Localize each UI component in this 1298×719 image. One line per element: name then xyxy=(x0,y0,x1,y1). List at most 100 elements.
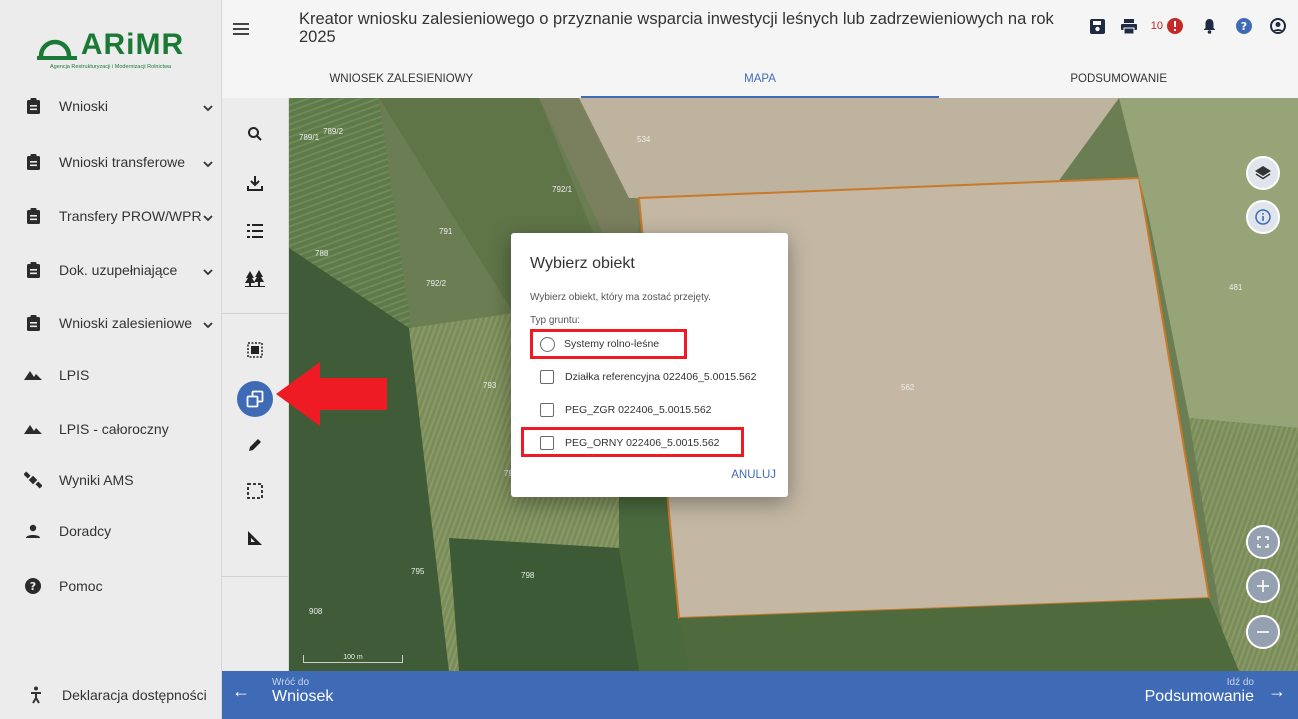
tab-wniosek[interactable]: WNIOSEK ZALESIENIOWY xyxy=(222,62,581,98)
help-circle-icon: ? xyxy=(1236,18,1252,34)
error-count: 10 xyxy=(1150,20,1163,32)
fullscreen-button[interactable] xyxy=(1246,525,1280,559)
select-object-tool[interactable] xyxy=(235,330,275,370)
sidebar-item-doradcy[interactable]: Doradcy xyxy=(0,511,221,551)
satellite-icon xyxy=(24,471,42,489)
zoom-out-button[interactable] xyxy=(1246,615,1280,649)
bell-icon xyxy=(1203,19,1216,34)
sidebar-item-label: Dok. uzupełniające xyxy=(59,262,178,278)
measure-icon xyxy=(248,531,262,545)
arrow-right-icon: → xyxy=(1268,681,1286,701)
option-reference-parcel[interactable]: Działka referencyjna 022406_5.0015.562 xyxy=(540,368,756,386)
accessibility-link[interactable]: Deklaracja dostępności xyxy=(0,671,221,719)
sidebar-item-label: Doradcy xyxy=(59,523,112,539)
checkbox[interactable] xyxy=(540,436,554,450)
save-icon xyxy=(1089,18,1105,34)
dialog-title: Wybierz obiekt xyxy=(530,255,635,272)
list-tool[interactable] xyxy=(235,211,275,251)
copy-object-tool[interactable] xyxy=(237,381,273,417)
svg-text:793: 793 xyxy=(483,381,497,390)
svg-text:792/1: 792/1 xyxy=(552,185,573,194)
next-button[interactable]: Idź do Podsumowanie → xyxy=(1145,677,1286,706)
svg-text:?: ? xyxy=(30,580,36,593)
svg-text:792/2: 792/2 xyxy=(426,279,447,288)
option-label: Działka referencyjna 022406_5.0015.562 xyxy=(565,371,757,383)
sidebar-item-transfery-prow-wpr[interactable]: Transfery PROW/WPR xyxy=(0,196,221,236)
svg-text:908: 908 xyxy=(309,607,323,616)
sidebar-item-lpis[interactable]: LPIS xyxy=(0,355,221,395)
option-peg-zgr[interactable]: PEG_ZGR 022406_5.0015.562 xyxy=(540,401,712,419)
chevron-down-icon xyxy=(203,263,213,281)
save-button[interactable] xyxy=(1089,14,1105,38)
measure-tool[interactable] xyxy=(235,518,275,558)
sidebar-item-label: Transfery PROW/WPR xyxy=(59,208,202,224)
cancel-button[interactable]: ANULUJ xyxy=(731,469,776,481)
svg-text:798: 798 xyxy=(521,571,535,580)
option-peg-orny[interactable]: PEG_ORNY 022406_5.0015.562 xyxy=(540,434,720,452)
print-icon xyxy=(1120,18,1137,34)
svg-text:562: 562 xyxy=(901,383,915,392)
logo[interactable]: ARiMR Agencja Restrukturyzacji i Moderni… xyxy=(0,0,221,98)
logo-arc-icon xyxy=(36,39,77,60)
chevron-down-icon xyxy=(203,209,213,227)
error-icon xyxy=(1167,18,1183,34)
sidebar-item-pomoc[interactable]: ? Pomoc xyxy=(0,566,221,606)
terrain-icon xyxy=(24,420,42,438)
sidebar-item-wnioski[interactable]: Wnioski xyxy=(0,86,221,126)
accessibility-icon xyxy=(27,686,45,704)
info-icon xyxy=(1255,209,1271,225)
rectangle-select-tool[interactable] xyxy=(235,471,275,511)
sidebar-item-wyniki-ams[interactable]: Wyniki AMS xyxy=(0,460,221,500)
search-tool[interactable] xyxy=(235,114,275,154)
sidebar-item-label: Wyniki AMS xyxy=(59,472,134,488)
help-button[interactable]: ? xyxy=(1236,14,1252,38)
accessibility-label: Deklaracja dostępności xyxy=(62,687,207,703)
sidebar-item-lpis-całoroczny[interactable]: LPIS - całoroczny xyxy=(0,409,221,449)
checkbox[interactable] xyxy=(540,403,554,417)
menu-button[interactable] xyxy=(226,14,256,44)
sidebar-item-label: LPIS xyxy=(59,367,90,383)
info-button[interactable] xyxy=(1246,200,1280,234)
dialog-description: Wybierz obiekt, który ma zostać przejęty… xyxy=(530,292,711,303)
tab-label: MAPA xyxy=(744,73,776,85)
svg-text:791: 791 xyxy=(439,227,453,236)
download-tool[interactable] xyxy=(235,163,275,203)
zoom-in-button[interactable] xyxy=(1246,569,1280,603)
sidebar-item-dok-uzupełniające[interactable]: Dok. uzupełniające xyxy=(0,250,221,290)
logo-mark: ARiMR xyxy=(36,28,184,62)
sidebar-item-wnioski-zalesieniowe[interactable]: Wnioski zalesieniowe xyxy=(0,303,221,343)
arrow-left-icon: ← xyxy=(232,681,250,701)
person-icon xyxy=(24,522,42,540)
toolbar-divider xyxy=(222,313,289,314)
svg-text:789/2: 789/2 xyxy=(323,127,344,136)
layers-button[interactable] xyxy=(1246,156,1280,190)
sidebar-item-wnioski-transferowe[interactable]: Wnioski transferowe xyxy=(0,142,221,182)
radio-button[interactable] xyxy=(540,336,555,352)
back-target: Wniosek xyxy=(272,688,334,705)
select-object-dialog: Wybierz obiekt Wybierz obiekt, który ma … xyxy=(511,233,788,497)
sidebar-item-label: Pomoc xyxy=(59,578,103,594)
aerial-map: 789/1789/2 534792/1 791788 792/2793 7947… xyxy=(289,98,1298,671)
ground-type-label: Typ gruntu: xyxy=(530,315,581,326)
sidebar-item-label: Wnioski transferowe xyxy=(59,154,186,170)
back-button[interactable]: ← Wróć do Wniosek xyxy=(232,677,333,706)
account-button[interactable] xyxy=(1270,14,1286,38)
svg-text:789/1: 789/1 xyxy=(299,133,320,142)
minus-icon xyxy=(1257,631,1269,633)
tab-mapa[interactable]: MAPA xyxy=(580,62,940,98)
forest-tool[interactable] xyxy=(235,258,275,298)
header: Kreator wniosku zalesieniowego o przyzna… xyxy=(222,0,1298,98)
print-button[interactable] xyxy=(1120,14,1137,38)
plus-icon xyxy=(1257,580,1269,592)
map-view[interactable]: 789/1789/2 534792/1 791788 792/2793 7947… xyxy=(289,98,1298,671)
checkbox[interactable] xyxy=(540,370,554,384)
notifications-button[interactable] xyxy=(1203,14,1216,38)
draw-tool[interactable] xyxy=(235,425,275,465)
tab-podsumowanie[interactable]: PODSUMOWANIE xyxy=(939,62,1298,98)
fullscreen-icon xyxy=(1257,536,1269,548)
rectangle-select-icon xyxy=(247,483,263,499)
errors-indicator[interactable]: 10 xyxy=(1151,14,1183,38)
logo-subtitle: Agencja Restrukturyzacji i Modernizacji … xyxy=(49,64,172,70)
option-agroforestry[interactable]: Systemy rolno-leśne xyxy=(540,335,659,353)
wizard-footer: ← Wróć do Wniosek Idź do Podsumowanie → xyxy=(222,671,1298,719)
